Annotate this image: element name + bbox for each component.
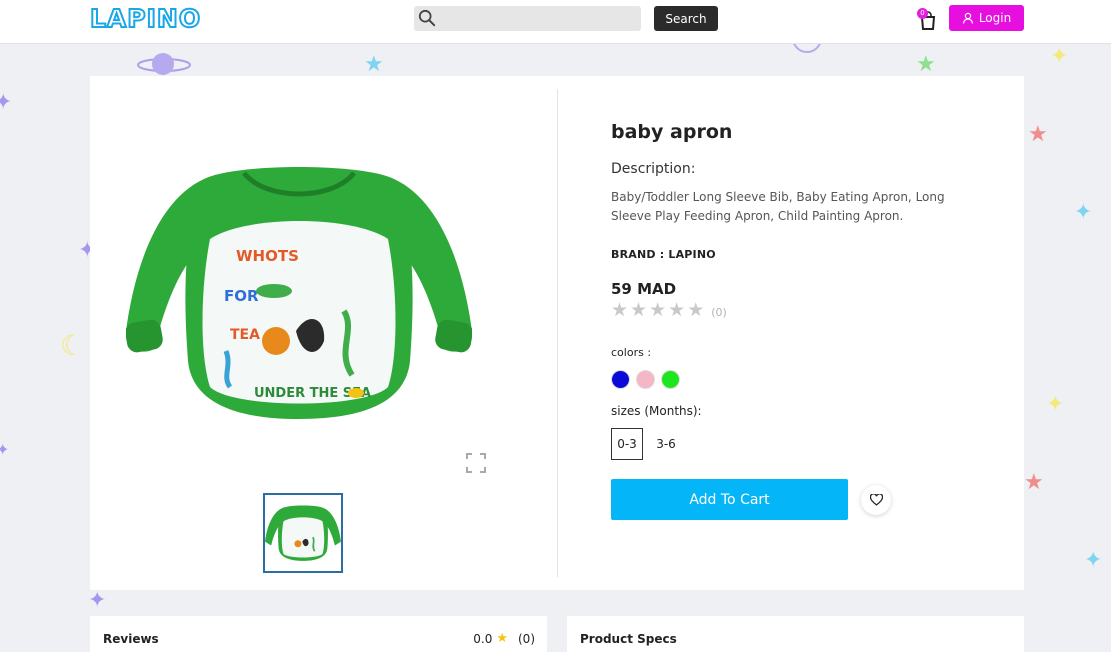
product-specs-panel: Product Specs <box>567 616 1024 652</box>
decorative-star-icon: ★ <box>916 52 936 77</box>
cart-count-badge: 0 <box>917 8 928 19</box>
login-label: Login <box>978 11 1012 25</box>
product-card: WHOTS FOR TEA UNDER THE SEA baby apron D… <box>90 76 1024 590</box>
decorative-star-icon: ✦ <box>1050 44 1069 69</box>
card-divider <box>557 89 558 577</box>
size-option-0-3[interactable]: 0-3 <box>611 428 643 460</box>
star-icon: ★ <box>687 299 705 321</box>
decorative-star-icon: ✦ <box>0 90 13 115</box>
product-main-image[interactable]: WHOTS FOR TEA UNDER THE SEA <box>126 161 472 423</box>
product-thumbnail[interactable] <box>263 493 343 573</box>
product-rating: ★ ★ ★ ★ ★ (0) <box>611 300 727 320</box>
search-box <box>414 6 641 31</box>
svg-text:TEA: TEA <box>230 327 260 343</box>
reviews-title: Reviews <box>103 632 159 646</box>
svg-text:WHOTS: WHOTS <box>236 247 299 265</box>
sizes-label: sizes (Months): <box>611 404 702 418</box>
decorative-star-icon: ✦ <box>1084 548 1103 573</box>
svg-text:FOR: FOR <box>224 287 259 305</box>
decorative-star-icon: ★ <box>1028 122 1048 147</box>
star-icon: ★ <box>649 299 667 321</box>
top-navigation-bar: LAPINO Search 0 Login <box>0 0 1111 44</box>
product-specs-title: Product Specs <box>580 632 677 646</box>
decorative-star-icon: ✦ <box>88 588 107 613</box>
reviews-panel: Reviews 0.0 ★ (0) <box>90 616 547 652</box>
product-price: 59 MAD <box>611 280 677 298</box>
search-input[interactable] <box>440 6 635 31</box>
description-label: Description: <box>611 161 696 177</box>
decorative-star-icon: ★ <box>364 52 384 77</box>
star-icon: ★ <box>668 299 686 321</box>
decorative-star-icon: ✦ <box>1074 200 1093 225</box>
search-icon <box>418 9 436 27</box>
color-swatches <box>611 370 680 389</box>
decorative-star-icon: ✦ <box>0 440 10 459</box>
user-icon <box>962 12 973 24</box>
heart-icon <box>869 494 883 506</box>
rating-count: (0) <box>711 306 727 319</box>
wishlist-button[interactable] <box>861 485 891 515</box>
add-to-cart-button[interactable]: Add To Cart <box>611 479 848 520</box>
decorative-star-icon: ★ <box>1024 470 1044 495</box>
reviews-count: (0) <box>518 631 535 646</box>
lapino-logo[interactable]: LAPINO <box>89 3 201 34</box>
reviews-score: 0.0 ★ (0) <box>473 631 535 646</box>
product-thumbnail-image <box>265 505 341 561</box>
product-description: Baby/Toddler Long Sleeve Bib, Baby Eatin… <box>611 190 945 223</box>
search-button[interactable]: Search <box>654 6 718 31</box>
color-swatch-green[interactable] <box>661 370 680 389</box>
reviews-average: 0.0 <box>473 631 493 646</box>
product-title: baby apron <box>611 121 733 143</box>
fullscreen-expand-icon[interactable] <box>465 452 487 474</box>
colors-label: colors : <box>611 346 652 359</box>
star-icon: ★ <box>496 631 508 646</box>
login-button[interactable]: Login <box>949 5 1024 31</box>
size-option-3-6[interactable]: 3-6 <box>650 428 682 460</box>
decorative-star-icon: ✦ <box>1046 392 1065 417</box>
color-swatch-blue[interactable] <box>611 370 630 389</box>
star-icon: ★ <box>630 299 648 321</box>
cart-button[interactable]: 0 <box>917 8 938 32</box>
color-swatch-pink[interactable] <box>636 370 655 389</box>
star-icon: ★ <box>611 299 629 321</box>
product-brand: BRAND : LAPINO <box>611 248 716 261</box>
decorative-moon-icon: ☾ <box>60 329 86 362</box>
